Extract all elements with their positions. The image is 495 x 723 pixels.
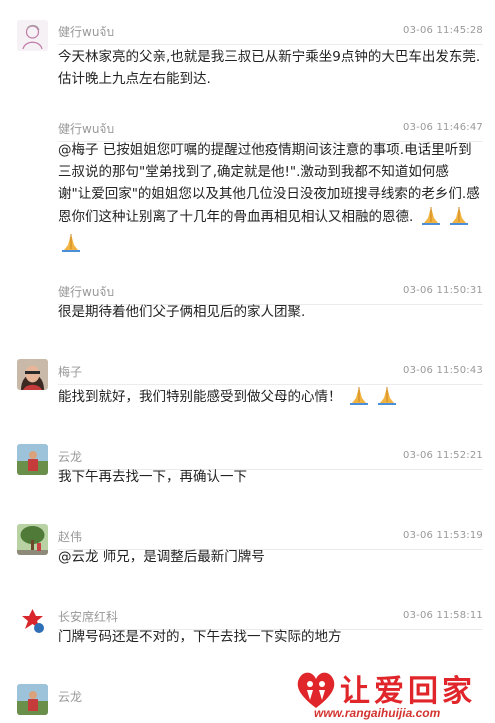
comment-item: 健行wuจ้บ 03-06 11:45:28 今天林家亮的父亲,也就是我三叔已从… bbox=[0, 0, 495, 110]
avatar[interactable] bbox=[17, 359, 48, 390]
comment-item: 赵伟 03-06 11:53:19 @云龙 师兄，是调整后最新门牌号 bbox=[0, 517, 495, 587]
avatar[interactable] bbox=[17, 524, 48, 555]
watermark-url: www.rangaihuijia.com bbox=[314, 706, 441, 720]
timestamp: 03-06 11:50:43 bbox=[403, 365, 483, 376]
comment-item: 健行wuจ้บ 03-06 11:50:31 很是期待着他们父子俩相见后的家人团… bbox=[0, 278, 495, 338]
site-watermark: 让爱回家 www.rangaihuijia.com bbox=[290, 666, 495, 723]
comment-text: 门牌号码还是不对的，下午去找一下实际的地方 bbox=[58, 629, 342, 645]
comment-text-content: @梅子 已按姐姐您叮嘱的提醒过他疫情期间该注意的事项.电话里听到三叔说的那句"堂… bbox=[58, 142, 480, 225]
comment-text: 我下午再去找一下，再确认一下 bbox=[58, 469, 247, 485]
comment-item: 健行wuจ้บ 03-06 11:46:47 @梅子 已按姐姐您叮嘱的提醒过他疫… bbox=[0, 115, 495, 255]
heart-logo-icon bbox=[297, 672, 335, 708]
username[interactable]: 梅子 bbox=[58, 363, 82, 380]
comment-text: @梅子 已按姐姐您叮嘱的提醒过他疫情期间该注意的事项.电话里听到三叔说的那句"堂… bbox=[58, 139, 481, 259]
comment-text: @云龙 师兄，是调整后最新门牌号 bbox=[58, 549, 265, 565]
avatar[interactable] bbox=[17, 604, 48, 635]
folded-hands-icon bbox=[348, 385, 370, 413]
comment-text: 很是期待着他们父子俩相见后的家人团聚. bbox=[58, 304, 306, 320]
timestamp: 03-06 11:52:21 bbox=[403, 450, 483, 461]
comment-item: 梅子 03-06 11:50:43 能找到就好，我们特别能感受到做父母的心情！ bbox=[0, 352, 495, 422]
username[interactable]: 健行wuจ้บ bbox=[58, 120, 114, 139]
username[interactable]: 长安席红科 bbox=[58, 608, 118, 625]
folded-hands-icon bbox=[420, 205, 442, 232]
folded-hands-icon bbox=[376, 385, 398, 413]
folded-hands-icon bbox=[60, 232, 82, 259]
username[interactable]: 健行wuจ้บ bbox=[58, 283, 114, 302]
avatar[interactable] bbox=[17, 20, 48, 51]
avatar[interactable] bbox=[17, 444, 48, 475]
comment-text-content: 能找到就好，我们特别能感受到做父母的心情！ bbox=[58, 389, 342, 405]
timestamp: 03-06 11:50:31 bbox=[403, 285, 483, 296]
username[interactable]: 云龙 bbox=[58, 448, 82, 465]
comment-item: 云龙 03-06 11:52:21 我下午再去找一下，再确认一下 bbox=[0, 437, 495, 507]
timestamp: 03-06 11:45:28 bbox=[403, 25, 483, 36]
comment-item: 长安席红科 03-06 11:58:11 门牌号码还是不对的，下午去找一下实际的… bbox=[0, 597, 495, 667]
timestamp: 03-06 11:53:19 bbox=[403, 530, 483, 541]
watermark-brand: 让爱回家 bbox=[340, 674, 476, 709]
comment-text: 能找到就好，我们特别能感受到做父母的心情！ bbox=[58, 385, 481, 413]
timestamp: 03-06 11:58:11 bbox=[403, 610, 483, 621]
username[interactable]: 云龙 bbox=[58, 688, 82, 705]
username[interactable]: 健行wuจ้บ bbox=[58, 23, 114, 42]
avatar[interactable] bbox=[17, 684, 48, 715]
username[interactable]: 赵伟 bbox=[58, 528, 82, 545]
timestamp: 03-06 11:46:47 bbox=[403, 122, 483, 133]
comment-text: 今天林家亮的父亲,也就是我三叔已从新宁乘坐9点钟的大巴车出发东莞.估计晚上九点左… bbox=[58, 49, 481, 87]
folded-hands-icon bbox=[448, 205, 470, 232]
